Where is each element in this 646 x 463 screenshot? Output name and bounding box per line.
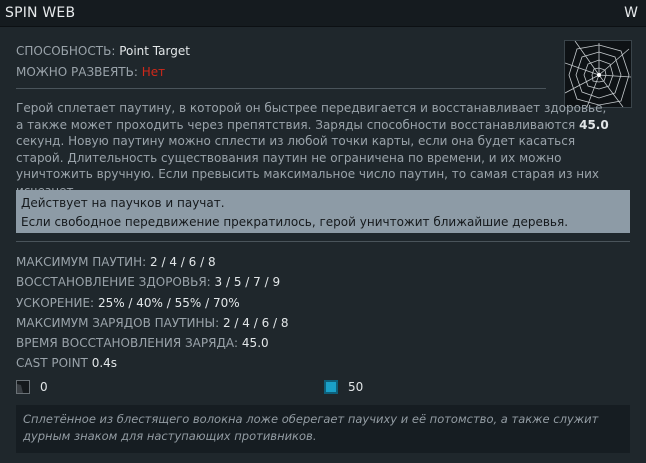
stat-value: 0.4s	[91, 356, 118, 371]
stat-label: МАКСИМУМ ЗАРЯДОВ ПАУТИНЫ:	[16, 315, 220, 330]
description-text-2: секунд. Новую паутину можно сплести из л…	[16, 134, 600, 198]
cooldown-icon	[16, 380, 30, 394]
dispellable-label: МОЖНО РАЗВЕЯТЬ:	[16, 65, 138, 79]
stat-label: ВОССТАНОВЛЕНИЕ ЗДОРОВЬЯ:	[16, 275, 211, 290]
stat-label: МАКСИМУМ ПАУТИН:	[16, 255, 147, 269]
stat-value: 25% / 40% / 55% / 70%	[97, 295, 240, 310]
stat-row: УСКОРЕНИЕ: 25% / 40% / 55% / 70%	[16, 293, 289, 313]
stat-row: ВОССТАНОВЛЕНИЕ ЗДОРОВЬЯ: 3 / 5 / 7 / 9	[16, 272, 289, 292]
ability-type-value: Point Target	[119, 44, 190, 58]
description-highlight: 45.0	[579, 117, 609, 132]
dispellable-value: Нет	[141, 65, 166, 79]
spider-web-icon	[565, 41, 631, 107]
notes-divider	[16, 241, 630, 242]
header-divider	[16, 88, 546, 89]
stat-value: 2 / 4 / 6 / 8	[222, 315, 289, 330]
stat-row: МАКСИМУМ ПАУТИН: 2 / 4 / 6 / 8	[16, 252, 289, 272]
ability-costs: 0 50	[16, 380, 630, 400]
tooltip-body: СПОСОБНОСТЬ: Point Target МОЖНО РАЗВЕЯТЬ…	[16, 26, 632, 453]
stat-label: CAST POINT	[16, 356, 88, 371]
description-text-1: Герой сплетает паутину, в которой он быс…	[16, 101, 607, 132]
ability-type-label: СПОСОБНОСТЬ:	[16, 44, 116, 58]
ability-header: СПОСОБНОСТЬ: Point Target МОЖНО РАЗВЕЯТЬ…	[16, 26, 632, 108]
note-item: Если свободное передвижение прекратилось…	[21, 215, 569, 229]
stat-row: МАКСИМУМ ЗАРЯДОВ ПАУТИНЫ: 2 / 4 / 6 / 8	[16, 313, 289, 333]
note-item: Действует на паучков и паучат.	[21, 196, 225, 210]
stat-value: 2 / 4 / 6 / 8	[150, 255, 216, 269]
dispellable-row: МОЖНО РАЗВЕЯТЬ: Нет	[16, 65, 165, 79]
ability-tooltip: SPIN WEB W СПОСОБНОСТЬ: Point Target МОЖ…	[0, 0, 646, 463]
ability-lore: Сплетённое из блестящего волокна ложе об…	[16, 405, 630, 453]
ability-title: SPIN WEB	[5, 5, 76, 21]
ability-hotkey: W	[624, 5, 638, 21]
stat-row: CAST POINT 0.4s	[16, 353, 289, 373]
ability-description: Герой сплетает паутину, в которой он быс…	[16, 100, 616, 199]
mana-value: 50	[348, 380, 364, 394]
mana-cost: 50	[324, 380, 363, 394]
stat-label: УСКОРЕНИЕ:	[16, 295, 95, 310]
stat-row: ВРЕМЯ ВОССТАНОВЛЕНИЯ ЗАРЯДА: 45.0	[16, 333, 289, 353]
title-bar: SPIN WEB W	[0, 0, 646, 27]
stat-label: ВРЕМЯ ВОССТАНОВЛЕНИЯ ЗАРЯДА:	[16, 336, 239, 351]
ability-notes: Действует на паучков и паучат. Если своб…	[16, 190, 630, 233]
cooldown-cost: 0	[16, 380, 48, 394]
stat-value: 45.0	[241, 336, 269, 351]
ability-type-row: СПОСОБНОСТЬ: Point Target	[16, 44, 190, 58]
stat-value: 3 / 5 / 7 / 9	[214, 275, 281, 290]
ability-stats: МАКСИМУМ ПАУТИН: 2 / 4 / 6 / 8 ВОССТАНОВ…	[16, 252, 289, 374]
mana-icon	[324, 380, 338, 394]
cooldown-value: 0	[40, 380, 48, 394]
ability-portrait	[564, 40, 632, 108]
